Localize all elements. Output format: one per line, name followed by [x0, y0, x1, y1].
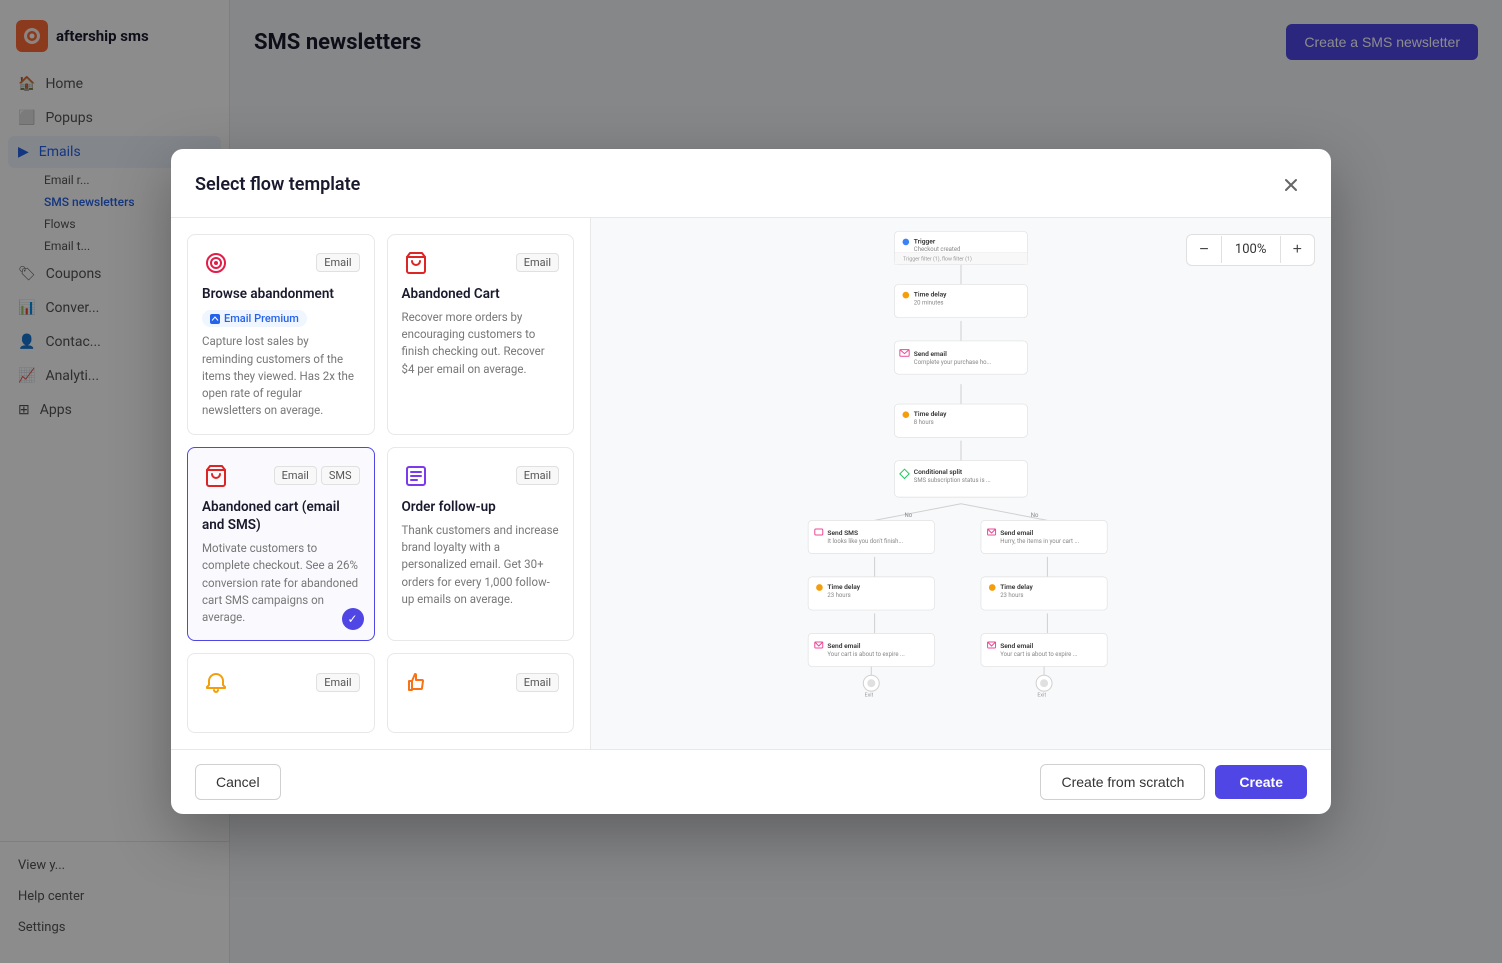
svg-text:Time delay: Time delay — [914, 290, 947, 298]
footer-right: Create from scratch Create — [1040, 764, 1307, 800]
card-header-browse: Email — [202, 249, 360, 277]
order-icon — [402, 462, 430, 490]
order-desc: Thank customers and increase brand loyal… — [402, 522, 560, 608]
create-from-scratch-button[interactable]: Create from scratch — [1040, 764, 1205, 800]
cart-title: Abandoned Cart — [402, 285, 560, 303]
svg-text:It looks like you don't finish: It looks like you don't finish... — [827, 538, 903, 545]
flow-diagram: No No Trigger Checkout created Trigger f… — [591, 218, 1331, 750]
cancel-button[interactable]: Cancel — [195, 764, 281, 800]
template-row-2: Email SMS Abandoned cart (email and SMS)… — [187, 447, 574, 642]
card-header-cart-sms: Email SMS — [202, 462, 360, 490]
thumb-icon — [402, 668, 430, 696]
email-badge: Email — [316, 253, 359, 272]
svg-text:Checkout created: Checkout created — [914, 246, 961, 253]
email-badge-4: Email — [516, 466, 559, 485]
svg-text:No: No — [1031, 512, 1039, 519]
svg-text:Time delay: Time delay — [827, 583, 860, 591]
modal-title: Select flow template — [195, 174, 360, 195]
zoom-out-button[interactable]: − — [1187, 235, 1220, 265]
cart-desc: Recover more orders by encouraging custo… — [402, 309, 560, 378]
svg-text:Your cart is about to expire .: Your cart is about to expire ... — [1000, 651, 1078, 658]
template-row-1: Email Browse abandonment Email Premium C… — [187, 234, 574, 435]
selected-checkmark: ✓ — [342, 608, 364, 630]
target-icon — [202, 249, 230, 277]
email-badge-5: Email — [316, 673, 359, 692]
svg-text:23 hours: 23 hours — [1000, 591, 1023, 598]
template-card-partial-1[interactable]: Email — [187, 653, 375, 733]
modal-body: Email Browse abandonment Email Premium C… — [171, 218, 1331, 750]
cart-sms-title: Abandoned cart (email and SMS) — [202, 498, 360, 534]
template-list: Email Browse abandonment Email Premium C… — [171, 218, 591, 750]
email-badge-2: Email — [516, 253, 559, 272]
partial-1-header: Email — [202, 668, 360, 696]
browse-title: Browse abandonment — [202, 285, 360, 303]
template-card-abandoned-cart[interactable]: Email Abandoned Cart Recover more orders… — [387, 234, 575, 435]
zoom-level-display: 100% — [1221, 236, 1281, 263]
order-badges: Email — [516, 466, 559, 485]
svg-text:Send email: Send email — [827, 642, 860, 650]
svg-text:Exit: Exit — [865, 692, 874, 698]
cart-sms-icon — [202, 462, 230, 490]
modal-footer: Cancel Create from scratch Create — [171, 749, 1331, 814]
svg-text:Send SMS: Send SMS — [827, 529, 858, 537]
modal-close-button[interactable] — [1275, 169, 1307, 201]
zoom-controls: − 100% + — [1186, 234, 1315, 266]
template-card-partial-2[interactable]: Email — [387, 653, 575, 733]
create-button[interactable]: Create — [1215, 765, 1307, 799]
modal-header: Select flow template — [171, 149, 1331, 218]
svg-text:Your cart is about to expire .: Your cart is about to expire ... — [827, 651, 905, 658]
modal-overlay: Select flow template — [0, 0, 1502, 963]
svg-text:Time delay: Time delay — [914, 410, 947, 418]
card-header-order: Email — [402, 462, 560, 490]
svg-text:8 hours: 8 hours — [914, 419, 934, 426]
svg-text:20 minutes: 20 minutes — [914, 299, 944, 306]
svg-text:23 hours: 23 hours — [827, 591, 850, 598]
order-title: Order follow-up — [402, 498, 560, 516]
template-card-order-followup[interactable]: Email Order follow-up Thank customers an… — [387, 447, 575, 642]
premium-badge: Email Premium — [202, 310, 307, 327]
svg-text:Conditional split: Conditional split — [914, 468, 963, 476]
sms-badge: SMS — [321, 466, 360, 485]
template-row-3-partial: Email — [187, 653, 574, 733]
browse-desc: Capture lost sales by reminding customer… — [202, 333, 360, 419]
partial-2-badges: Email — [516, 673, 559, 692]
svg-text:Trigger: Trigger — [914, 237, 936, 245]
card-header-cart: Email — [402, 249, 560, 277]
cart-sms-badges: Email SMS — [274, 466, 360, 485]
partial-2-header: Email — [402, 668, 560, 696]
svg-text:Complete your purchase ho...: Complete your purchase ho... — [914, 359, 992, 366]
zoom-in-button[interactable]: + — [1281, 235, 1314, 265]
cart-sms-desc: Motivate customers to complete checkout.… — [202, 540, 360, 626]
svg-text:Time delay: Time delay — [1000, 583, 1033, 591]
svg-text:Hurry, the items in your cart: Hurry, the items in your cart ... — [1000, 538, 1079, 545]
browse-badges: Email — [316, 253, 359, 272]
bell-icon — [202, 668, 230, 696]
svg-text:Send email: Send email — [1000, 529, 1033, 537]
cart-icon-1 — [402, 249, 430, 277]
svg-text:Send email: Send email — [914, 350, 947, 358]
partial-1-badges: Email — [316, 673, 359, 692]
select-template-modal: Select flow template — [171, 149, 1331, 815]
svg-text:Exit: Exit — [1037, 692, 1046, 698]
email-badge-3: Email — [274, 466, 317, 485]
cart-badges: Email — [516, 253, 559, 272]
svg-text:Send email: Send email — [1000, 642, 1033, 650]
svg-text:Trigger filter (1), flow filte: Trigger filter (1), flow filter (1) — [903, 255, 972, 262]
svg-text:No: No — [905, 512, 913, 519]
svg-text:SMS subscription status is ...: SMS subscription status is ... — [914, 477, 991, 484]
template-preview-area: − 100% + — [591, 218, 1331, 750]
email-badge-6: Email — [516, 673, 559, 692]
template-card-abandoned-cart-sms[interactable]: Email SMS Abandoned cart (email and SMS)… — [187, 447, 375, 642]
template-card-browse-abandonment[interactable]: Email Browse abandonment Email Premium C… — [187, 234, 375, 435]
